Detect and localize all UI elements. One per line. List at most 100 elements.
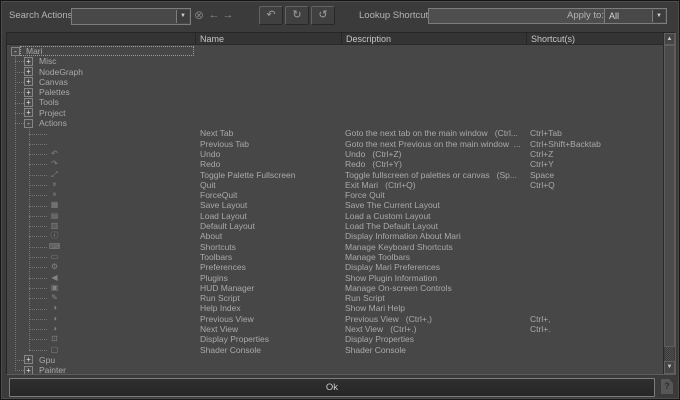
expand-icon[interactable]: + [24,108,33,117]
tree-tick [29,339,47,340]
action-row-undo[interactable]: ↶UndoUndo (Ctrl+Z)Ctrl+Z [7,149,663,159]
action-row-previous-view[interactable]: ◑Previous ViewPrevious View (Ctrl+,)Ctrl… [7,314,663,324]
vertical-scrollbar[interactable]: ▲ ▼ [663,33,675,374]
tree-tick [15,61,24,62]
action-name: Next View [200,324,342,335]
tree-group-palettes[interactable]: +Palettes [7,87,663,97]
action-row-forcequit[interactable]: ×ForceQuitForce Quit [7,190,663,200]
tree-group-nodegraph[interactable]: + NodeGraph [7,67,663,77]
scroll-up-icon[interactable]: ▲ [664,33,675,45]
ok-button[interactable]: Ok [9,378,655,397]
scroll-down-icon[interactable]: ▼ [664,361,675,374]
action-row-load-layout[interactable]: ▤Load LayoutLoad a Custom Layout [7,211,663,221]
action-row-default-layout[interactable]: ▥Default LayoutLoad The Default Layout [7,221,663,231]
lookup-shortcut-label: Lookup Shortcut [359,10,428,21]
action-description: Goto the next tab on the main window (Ct… [345,128,528,139]
action-row-redo[interactable]: ↷RedoRedo (Ctrl+Y)Ctrl+Y [7,159,663,169]
action-row-hud-manager[interactable]: ▣HUD ManagerManage On-screen Controls [7,283,663,293]
action-description: Run Script [345,293,528,304]
back-arrow-icon[interactable]: ← [207,9,221,22]
tree-tick [29,257,47,258]
apply-to-label: Apply to: [567,10,604,21]
search-actions-combobox[interactable]: ▼ [71,8,191,25]
tree-group-label: Actions [39,118,67,129]
action-row-save-layout[interactable]: ▦Save LayoutSave The Current Layout [7,200,663,210]
tree-tick [29,329,47,330]
expand-icon[interactable]: + [24,366,33,374]
scrollbar-thumb[interactable] [664,45,675,347]
tree-group-misc[interactable]: + Misc [7,56,663,66]
column-header-tree[interactable] [7,33,196,44]
tree-group-label: Misc [39,56,56,67]
column-header-name[interactable]: Name [196,33,342,44]
collapse-icon[interactable]: - [11,47,20,56]
shortcuts-icon: ⌨ [48,242,61,253]
tree-tick [29,206,47,207]
action-row-about[interactable]: ⓘAboutDisplay Information About Mari [7,231,663,241]
action-description: Toggle fullscreen of palettes or canvas … [345,170,528,181]
tree-group-tools[interactable]: +Tools [7,97,663,107]
tree-group-actions[interactable]: -Actions [7,118,663,128]
expand-icon[interactable]: + [24,77,33,86]
tree-tick [15,123,24,124]
action-row-previous-tab[interactable]: Previous TabGoto the next Previous on th… [7,139,663,149]
expand-icon[interactable]: + [24,88,33,97]
action-description: Display Properties [345,334,528,345]
tree-group-painter[interactable]: +Painter [7,365,663,374]
action-row-next-tab[interactable]: Next TabGoto the next tab on the main wi… [7,128,663,138]
quit-icon: × [48,180,61,191]
undo-button[interactable]: ↶ [259,6,283,25]
forward-arrow-icon[interactable]: → [221,9,235,22]
action-row-toolbars[interactable]: ▭ToolbarsManage Toolbars [7,252,663,262]
expand-icon[interactable]: + [24,57,33,66]
hud-manager-icon: ▣ [48,283,61,294]
chevron-down-icon[interactable]: ▼ [176,10,189,23]
action-name: About [200,231,342,242]
action-name: Default Layout [200,221,342,232]
action-row-shader-console[interactable]: ▢Shader ConsoleShader Console [7,345,663,355]
scrollbar-track[interactable] [665,347,674,361]
help-index-icon: ◑ [48,303,61,314]
action-shortcut: Ctrl+Tab [530,128,562,139]
action-row-plugins[interactable]: ◀PluginsShow Plugin Information [7,273,663,283]
action-name: Toolbars [200,252,342,263]
action-row-help-index[interactable]: ◑Help IndexShow Mari Help [7,303,663,313]
expand-icon[interactable]: + [24,67,33,76]
action-name: Redo [200,159,342,170]
action-row-preferences[interactable]: ⚙PreferencesDisplay Mari Preferences [7,262,663,272]
action-name: Help Index [200,303,342,314]
action-name: Undo [200,149,342,160]
column-header-description[interactable]: Description [342,33,527,44]
action-name: Shortcuts [200,242,342,253]
tree-group-mari[interactable]: -Mari [7,46,663,56]
column-header-shortcuts[interactable]: Shortcut(s) [527,33,663,44]
tree-tick [29,226,47,227]
revert-shortcut-button[interactable]: ↻ [285,6,309,25]
collapse-icon[interactable]: - [24,119,33,128]
tree-group-label: NodeGraph [39,67,83,78]
clear-search-icon[interactable]: ⊗ [192,9,206,22]
load-layout-icon: ▤ [48,211,61,222]
shortcut-manager-dialog: Search Actions ▼ ⊗ ← → ↶ ↻ ↺ Lookup Shor… [0,0,680,400]
action-name: HUD Manager [200,283,342,294]
force-quit-icon: × [48,190,61,201]
revert-all-button[interactable]: ↺ [311,6,335,25]
expand-icon[interactable]: + [24,98,33,107]
expand-icon[interactable]: + [24,355,33,364]
action-row-display-properties[interactable]: ⊡Display PropertiesDisplay Properties [7,334,663,344]
help-page-icon[interactable]: ? [661,379,673,394]
tree-group-gpu[interactable]: + Gpu [7,355,663,365]
tree-group-canvas[interactable]: + Canvas [7,77,663,87]
action-row-toggle-palette-fullscreen[interactable]: ⤢Toggle Palette FullscreenToggle fullscr… [7,170,663,180]
tree-group-label: Gpu [39,355,55,366]
action-row-quit[interactable]: ×QuitExit Mari (Ctrl+Q)Ctrl+Q [7,180,663,190]
action-row-run-script[interactable]: ✎Run ScriptRun Script [7,293,663,303]
action-row-next-view[interactable]: ◑Next ViewNext View (Ctrl+.)Ctrl+. [7,324,663,334]
action-row-shortcuts[interactable]: ⌨ShortcutsManage Keyboard Shortcuts [7,242,663,252]
chevron-down-icon[interactable]: ▼ [652,10,665,22]
apply-to-combobox[interactable]: All ▼ [604,8,667,24]
tree-group-label: Mari [26,46,43,57]
action-name: Plugins [200,273,342,284]
tree-group-label: Canvas [39,77,68,88]
tree-group-project[interactable]: +Project [7,108,663,118]
